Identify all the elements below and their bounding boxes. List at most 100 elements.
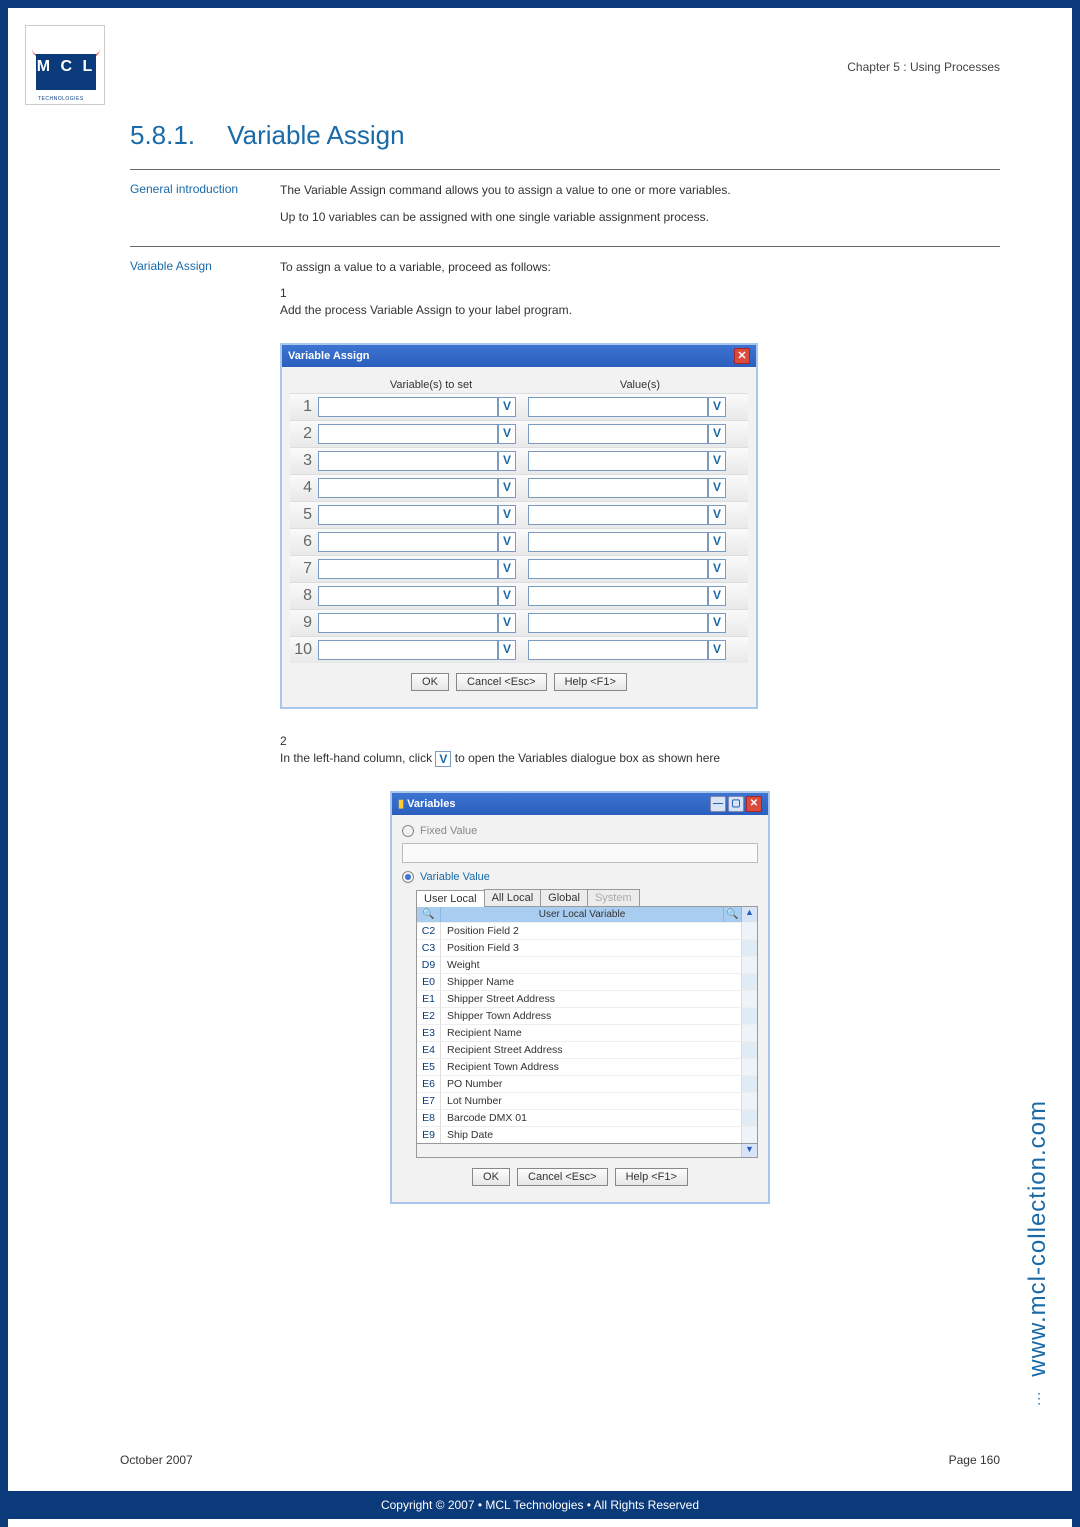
- divider: [130, 246, 1000, 247]
- tab-all-local[interactable]: All Local: [484, 889, 542, 906]
- v-button[interactable]: V: [498, 532, 516, 552]
- cancel-button[interactable]: Cancel <Esc>: [456, 673, 546, 691]
- variable-input[interactable]: [318, 559, 498, 579]
- value-input[interactable]: [528, 397, 708, 417]
- v-button[interactable]: V: [498, 586, 516, 606]
- variables-dialog: ▮ Variables — ▢ ✕ Fixed Value Variable V…: [390, 791, 770, 1204]
- variable-value-radio[interactable]: Variable Value: [402, 871, 758, 883]
- v-button[interactable]: V: [498, 424, 516, 444]
- scrollbar-track[interactable]: [741, 922, 757, 939]
- v-button[interactable]: V: [708, 532, 726, 552]
- help-button[interactable]: Help <F1>: [554, 673, 627, 691]
- variable-row[interactable]: C3Position Field 3: [417, 939, 757, 956]
- variable-input[interactable]: [318, 640, 498, 660]
- close-icon[interactable]: ✕: [746, 796, 762, 812]
- variable-name: Shipper Street Address: [441, 990, 741, 1007]
- scrollbar-track[interactable]: [741, 939, 757, 956]
- variable-id: E5: [417, 1058, 441, 1075]
- variable-input[interactable]: [318, 397, 498, 417]
- scrollbar-track[interactable]: [741, 956, 757, 973]
- variable-row[interactable]: D9Weight: [417, 956, 757, 973]
- v-button[interactable]: V: [708, 478, 726, 498]
- variable-row[interactable]: E5Recipient Town Address: [417, 1058, 757, 1075]
- variable-row[interactable]: E3Recipient Name: [417, 1024, 757, 1041]
- v-button[interactable]: V: [498, 451, 516, 471]
- ok-button[interactable]: OK: [411, 673, 449, 691]
- variable-row[interactable]: E9Ship Date: [417, 1126, 757, 1143]
- scrollbar-track[interactable]: [741, 1109, 757, 1126]
- step-1-text: Add the process Variable Assign to your …: [280, 302, 978, 319]
- search-icon[interactable]: 🔍: [417, 907, 441, 922]
- v-button[interactable]: V: [498, 613, 516, 633]
- v-button[interactable]: V: [498, 478, 516, 498]
- tab-global[interactable]: Global: [540, 889, 588, 906]
- scroll-up-icon[interactable]: ▲: [741, 907, 757, 922]
- scroll-down-icon[interactable]: ▼: [741, 1144, 757, 1157]
- close-icon[interactable]: ✕: [734, 348, 750, 364]
- maximize-icon[interactable]: ▢: [728, 796, 744, 812]
- dialog2-titlebar[interactable]: ▮ Variables — ▢ ✕: [392, 793, 768, 815]
- variable-row[interactable]: E6PO Number: [417, 1075, 757, 1092]
- variable-row[interactable]: E7Lot Number: [417, 1092, 757, 1109]
- section-number: 5.8.1.: [130, 120, 220, 151]
- cancel-button[interactable]: Cancel <Esc>: [517, 1168, 607, 1186]
- v-button[interactable]: V: [498, 397, 516, 417]
- variable-input[interactable]: [318, 613, 498, 633]
- col-header-variables: Variable(s) to set: [326, 379, 536, 391]
- dialog-titlebar[interactable]: Variable Assign ✕: [282, 345, 756, 367]
- copyright-bar: Copyright © 2007 • MCL Technologies • Al…: [8, 1491, 1072, 1519]
- v-button[interactable]: V: [708, 586, 726, 606]
- scrollbar-track[interactable]: [741, 990, 757, 1007]
- v-button[interactable]: V: [498, 640, 516, 660]
- value-input[interactable]: [528, 640, 708, 660]
- variable-row[interactable]: E0Shipper Name: [417, 973, 757, 990]
- scrollbar-track[interactable]: [741, 1024, 757, 1041]
- fixed-value-input[interactable]: [402, 843, 758, 863]
- v-button[interactable]: V: [708, 640, 726, 660]
- radio-icon: [402, 825, 414, 837]
- v-button[interactable]: V: [708, 424, 726, 444]
- minimize-icon[interactable]: —: [710, 796, 726, 812]
- scrollbar-track[interactable]: [741, 1092, 757, 1109]
- variable-row[interactable]: E1Shipper Street Address: [417, 990, 757, 1007]
- scrollbar-track[interactable]: [741, 1075, 757, 1092]
- value-input[interactable]: [528, 505, 708, 525]
- value-input[interactable]: [528, 424, 708, 444]
- value-input[interactable]: [528, 586, 708, 606]
- v-button[interactable]: V: [708, 505, 726, 525]
- variable-input[interactable]: [318, 478, 498, 498]
- section-title: 5.8.1. Variable Assign: [130, 120, 1000, 151]
- v-button[interactable]: V: [708, 559, 726, 579]
- variable-input[interactable]: [318, 505, 498, 525]
- value-input[interactable]: [528, 451, 708, 471]
- variable-row[interactable]: E2Shipper Town Address: [417, 1007, 757, 1024]
- value-input[interactable]: [528, 478, 708, 498]
- variable-assign-row: 7VV: [290, 555, 748, 582]
- value-input[interactable]: [528, 532, 708, 552]
- v-button[interactable]: V: [708, 451, 726, 471]
- scrollbar-track[interactable]: [741, 1007, 757, 1024]
- variable-input[interactable]: [318, 424, 498, 444]
- v-button[interactable]: V: [708, 397, 726, 417]
- scrollbar-track[interactable]: [741, 1041, 757, 1058]
- fixed-value-radio[interactable]: Fixed Value: [402, 825, 758, 837]
- variable-row[interactable]: C2Position Field 2: [417, 922, 757, 939]
- variable-input[interactable]: [318, 532, 498, 552]
- value-input[interactable]: [528, 559, 708, 579]
- variable-row[interactable]: E8Barcode DMX 01: [417, 1109, 757, 1126]
- ok-button[interactable]: OK: [472, 1168, 510, 1186]
- variable-input[interactable]: [318, 451, 498, 471]
- v-button[interactable]: V: [498, 505, 516, 525]
- v-button[interactable]: V: [708, 613, 726, 633]
- scrollbar-track[interactable]: [741, 1126, 757, 1143]
- help-button[interactable]: Help <F1>: [615, 1168, 688, 1186]
- v-button[interactable]: V: [498, 559, 516, 579]
- variable-row[interactable]: E4Recipient Street Address: [417, 1041, 757, 1058]
- search-icon[interactable]: 🔍: [723, 907, 741, 922]
- tab-user-local[interactable]: User Local: [416, 890, 485, 907]
- variable-input[interactable]: [318, 586, 498, 606]
- variable-assign-row: 5VV: [290, 501, 748, 528]
- value-input[interactable]: [528, 613, 708, 633]
- scrollbar-track[interactable]: [741, 973, 757, 990]
- scrollbar-track[interactable]: [741, 1058, 757, 1075]
